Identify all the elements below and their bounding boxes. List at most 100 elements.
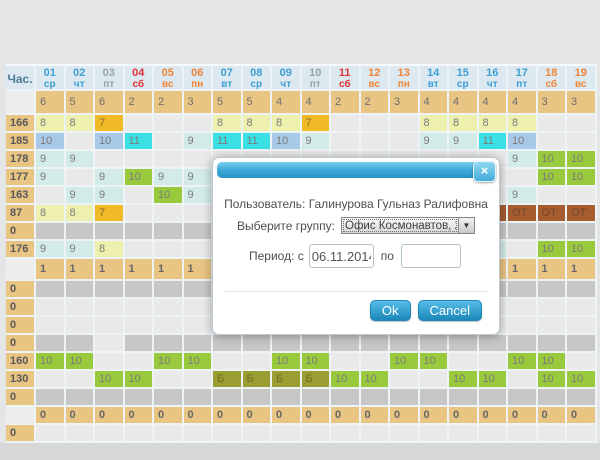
schedule-cell: 0 — [213, 407, 243, 425]
schedule-cell — [243, 389, 273, 407]
schedule-cell: 9 — [36, 151, 66, 169]
group-select[interactable]: Офис Космонавтов, 22 ▼ — [341, 217, 475, 234]
schedule-cell: 1 — [154, 259, 184, 281]
schedule-cell — [567, 317, 597, 335]
schedule-cell: 0 — [390, 407, 420, 425]
schedule-cell: 8 — [420, 115, 450, 133]
schedule-cell: 1 — [184, 259, 214, 281]
schedule-cell — [66, 169, 96, 187]
schedule-cell — [538, 187, 568, 205]
schedule-cell — [567, 353, 597, 371]
schedule-cell — [184, 281, 214, 299]
schedule-cell: 0 — [36, 407, 66, 425]
schedule-cell — [125, 335, 155, 353]
schedule-cell — [184, 151, 214, 169]
schedule-cell — [508, 371, 538, 389]
schedule-cell: 10 — [538, 371, 568, 389]
schedule-cell: 0 — [449, 407, 479, 425]
schedule-cell — [479, 335, 509, 353]
schedule-cell — [125, 187, 155, 205]
totals-cell: 6 — [36, 91, 66, 115]
schedule-cell — [361, 425, 391, 443]
schedule-cell: 1 — [66, 259, 96, 281]
schedule-cell: 8 — [213, 115, 243, 133]
schedule-cell — [125, 205, 155, 223]
row-header — [6, 259, 36, 281]
schedule-cell: 10 — [390, 353, 420, 371]
ok-button[interactable]: Ok — [370, 300, 411, 321]
schedule-cell: 9 — [36, 169, 66, 187]
schedule-cell — [479, 353, 509, 371]
schedule-cell — [154, 317, 184, 335]
period-from-input[interactable] — [309, 244, 374, 268]
schedule-cell — [272, 335, 302, 353]
schedule-cell — [125, 151, 155, 169]
schedule-cell — [66, 389, 96, 407]
schedule-cell — [243, 335, 273, 353]
totals-cell: 4 — [272, 91, 302, 115]
schedule-cell: Б — [243, 371, 273, 389]
schedule-cell — [95, 151, 125, 169]
schedule-cell — [449, 335, 479, 353]
schedule-cell — [125, 241, 155, 259]
page-bottom-strip — [0, 443, 600, 460]
day-column-header: 05вс — [154, 64, 184, 91]
schedule-cell — [567, 335, 597, 353]
schedule-cell: 7 — [95, 205, 125, 223]
close-icon[interactable]: × — [473, 161, 496, 182]
totals-cell: 2 — [125, 91, 155, 115]
schedule-cell — [331, 353, 361, 371]
day-column-header: 16чт — [479, 64, 509, 91]
day-column-header: 07вт — [213, 64, 243, 91]
schedule-cell — [449, 425, 479, 443]
schedule-cell — [36, 299, 66, 317]
schedule-cell: 10 — [95, 133, 125, 151]
row-header: 160 — [6, 353, 36, 371]
user-period-dialog: × Пользователь: Галинурова Гульназ Ралиф… — [212, 157, 500, 335]
schedule-cell — [538, 299, 568, 317]
schedule-cell — [361, 133, 391, 151]
schedule-cell — [390, 389, 420, 407]
schedule-cell: 9 — [449, 133, 479, 151]
schedule-cell — [36, 223, 66, 241]
schedule-cell: 9 — [36, 241, 66, 259]
schedule-cell: 9 — [184, 133, 214, 151]
schedule-cell — [154, 133, 184, 151]
row-header: 87 — [6, 205, 36, 223]
schedule-cell — [390, 371, 420, 389]
row-header: 185 — [6, 133, 36, 151]
schedule-cell — [390, 115, 420, 133]
period-to-input[interactable] — [401, 244, 461, 268]
cancel-button[interactable]: Cancel — [418, 300, 482, 321]
schedule-cell: 10 — [331, 371, 361, 389]
schedule-cell: 9 — [154, 169, 184, 187]
schedule-cell — [331, 425, 361, 443]
schedule-cell — [66, 133, 96, 151]
schedule-cell: 10 — [449, 371, 479, 389]
row-header: 0 — [6, 335, 36, 353]
schedule-cell: 8 — [479, 115, 509, 133]
schedule-cell — [95, 425, 125, 443]
schedule-cell: 8 — [36, 115, 66, 133]
schedule-cell — [95, 335, 125, 353]
schedule-cell: 11 — [213, 133, 243, 151]
schedule-cell: 0 — [361, 407, 391, 425]
dialog-titlebar[interactable] — [217, 162, 495, 178]
schedule-cell — [184, 115, 214, 133]
user-label: Пользователь: — [224, 197, 305, 211]
schedule-cell — [331, 389, 361, 407]
period-to-label: по — [381, 249, 394, 263]
schedule-cell — [420, 335, 450, 353]
day-column-header: 14вт — [420, 64, 450, 91]
day-column-header: 13пн — [390, 64, 420, 91]
schedule-cell — [36, 187, 66, 205]
totals-cell: 2 — [154, 91, 184, 115]
schedule-cell — [125, 353, 155, 371]
schedule-cell — [361, 389, 391, 407]
schedule-cell — [508, 241, 538, 259]
schedule-cell — [302, 389, 332, 407]
schedule-cell: 8 — [66, 115, 96, 133]
schedule-cell — [95, 299, 125, 317]
schedule-cell — [154, 335, 184, 353]
schedule-cell: 0 — [95, 407, 125, 425]
